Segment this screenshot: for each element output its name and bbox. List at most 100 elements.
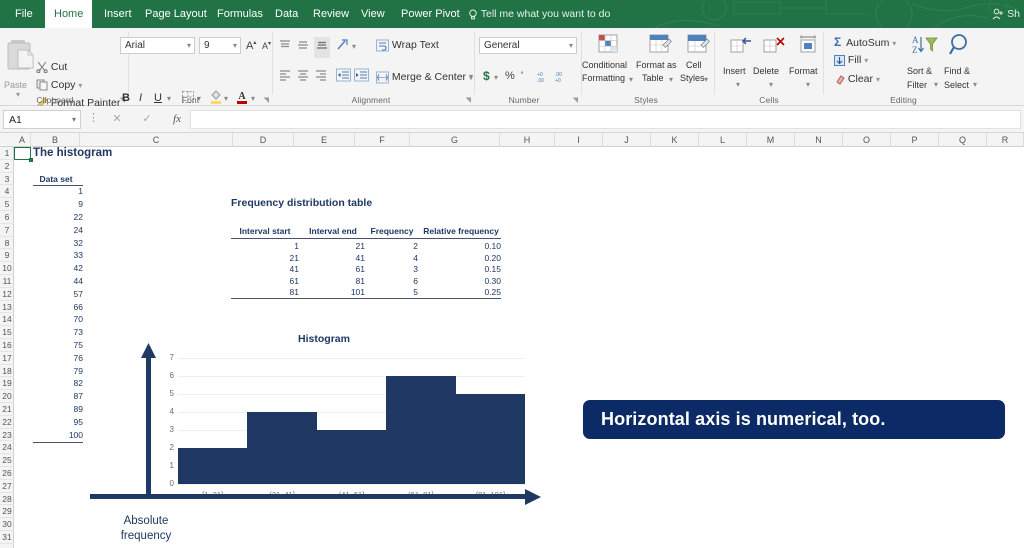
row-header-23[interactable]: 23 [0, 429, 14, 442]
comma-button[interactable]: ' [521, 70, 523, 82]
find-select-button[interactable] [948, 33, 974, 62]
row-header-24[interactable]: 24 [0, 441, 14, 455]
row-header-12[interactable]: 12 [0, 288, 14, 301]
column-header-B[interactable]: B [31, 133, 80, 147]
wrap-text-button[interactable]: Wrap Text [376, 39, 439, 52]
align-right-button[interactable] [314, 68, 328, 87]
autosum-caret[interactable]: ▾ [892, 39, 896, 48]
row-header-6[interactable]: 6 [0, 211, 14, 224]
clear-caret[interactable]: ▾ [876, 75, 880, 84]
font-size-input[interactable]: 9 ▾ [199, 37, 241, 54]
fill-button[interactable]: Fill ▾ [834, 54, 868, 66]
orientation-caret[interactable]: ▾ [352, 42, 356, 51]
row-header-5[interactable]: 5 [0, 198, 14, 211]
insert-cells-button[interactable] [729, 34, 753, 61]
find-select-caret[interactable]: ▾ [973, 80, 977, 89]
histogram-bar[interactable] [247, 412, 317, 484]
delete-cells-button[interactable] [762, 34, 786, 61]
decrease-indent-button[interactable] [336, 68, 351, 87]
currency-caret[interactable]: ▾ [494, 73, 498, 82]
format-cells-button[interactable] [799, 34, 823, 61]
column-header-N[interactable]: N [795, 133, 843, 147]
format-as-table-caret[interactable]: ▾ [669, 75, 673, 84]
histogram-chart[interactable]: Histogram 01234567 [1, 21](21, 41](41, 6… [90, 333, 541, 505]
row-header-14[interactable]: 14 [0, 313, 14, 327]
format-as-table-button[interactable] [648, 34, 672, 61]
increase-decimal-button[interactable]: +0 .00 [536, 70, 551, 88]
column-header-G[interactable]: G [410, 133, 500, 147]
row-header-10[interactable]: 10 [0, 262, 14, 275]
sort-filter-button[interactable]: A Z [912, 34, 938, 61]
grow-font-button[interactable]: A▴ [246, 39, 256, 52]
align-top-button[interactable] [278, 38, 292, 57]
format-cells-caret[interactable]: ▾ [806, 80, 810, 89]
insert-cells-caret[interactable]: ▾ [736, 80, 740, 89]
enter-formula-button[interactable]: ✓ [135, 110, 159, 129]
ribbon-tab-view[interactable]: View [352, 0, 394, 28]
font-family-input[interactable]: Arial ▾ [120, 37, 195, 54]
column-header-O[interactable]: O [843, 133, 891, 147]
row-header-17[interactable]: 17 [0, 352, 14, 365]
column-header-J[interactable]: J [603, 133, 651, 147]
column-header-E[interactable]: E [294, 133, 355, 147]
shrink-font-button[interactable]: A▾ [262, 40, 271, 51]
row-header-16[interactable]: 16 [0, 339, 14, 352]
orientation-button[interactable] [336, 38, 350, 57]
percent-button[interactable]: % [505, 70, 515, 82]
fill-caret[interactable]: ▾ [864, 56, 868, 65]
name-box-caret[interactable]: ▾ [72, 111, 76, 129]
align-middle-button[interactable] [296, 38, 310, 57]
number-format-select[interactable]: General ▾ [479, 37, 577, 54]
font-size-caret[interactable]: ▾ [233, 38, 237, 53]
currency-button[interactable]: $ [483, 69, 490, 83]
cancel-formula-button[interactable]: ✕ [105, 110, 129, 129]
ribbon-tab-file[interactable]: File [6, 0, 42, 28]
column-header-H[interactable]: H [500, 133, 555, 147]
column-header-Q[interactable]: Q [939, 133, 987, 147]
row-header-11[interactable]: 11 [0, 275, 14, 288]
row-header-20[interactable]: 20 [0, 390, 14, 403]
formula-input[interactable] [190, 110, 1021, 129]
column-header-L[interactable]: L [699, 133, 747, 147]
row-header-31[interactable]: 31 [0, 531, 14, 544]
histogram-bar[interactable] [178, 448, 248, 484]
column-header-A[interactable]: A [14, 133, 31, 147]
row-header-25[interactable]: 25 [0, 454, 14, 467]
row-header-18[interactable]: 18 [0, 365, 14, 378]
conditional-formatting-button[interactable] [597, 34, 621, 61]
row-header-22[interactable]: 22 [0, 416, 14, 429]
align-center-button[interactable] [296, 68, 310, 87]
ribbon-tab-data[interactable]: Data [266, 0, 307, 28]
ribbon-tab-formulas[interactable]: Formulas [208, 0, 272, 28]
row-header-2[interactable]: 2 [0, 160, 14, 173]
cut-button[interactable]: Cut [36, 61, 67, 74]
row-header-30[interactable]: 30 [0, 518, 14, 531]
font-dialog-launcher[interactable]: ◥ [264, 96, 269, 104]
row-header-1[interactable]: 1 [0, 147, 14, 160]
decrease-decimal-button[interactable]: .00 +0 [554, 70, 569, 88]
column-header-R[interactable]: R [987, 133, 1024, 147]
sheet-canvas[interactable]: The histogram Data set 1 9 22 24 32 33 42 44 57 6… [14, 147, 1024, 548]
row-header-27[interactable]: 27 [0, 480, 14, 493]
column-header-K[interactable]: K [651, 133, 699, 147]
font-family-caret[interactable]: ▾ [187, 38, 191, 53]
ribbon-tab-home[interactable]: Home [45, 0, 93, 28]
column-header-C[interactable]: C [80, 133, 233, 147]
autosum-button[interactable]: Σ AutoSum ▾ [834, 35, 896, 49]
column-header-I[interactable]: I [555, 133, 603, 147]
name-box[interactable]: A1 ▾ [3, 110, 81, 129]
histogram-bar[interactable] [386, 376, 456, 484]
ribbon-tab-review[interactable]: Review [304, 0, 358, 28]
paste-button[interactable] [6, 36, 36, 81]
row-header-13[interactable]: 13 [0, 301, 14, 314]
row-header-29[interactable]: 29 [0, 505, 14, 519]
tell-me-box[interactable]: Tell me what you want to do [468, 0, 610, 28]
ribbon-tab-insert[interactable]: Insert [95, 0, 141, 28]
ribbon-tab-power-pivot[interactable]: Power Pivot [392, 0, 469, 28]
insert-function-button[interactable]: fx [165, 110, 189, 129]
row-header-15[interactable]: 15 [0, 326, 14, 339]
row-header-9[interactable]: 9 [0, 249, 14, 263]
row-header-28[interactable]: 28 [0, 493, 14, 506]
column-header-P[interactable]: P [891, 133, 939, 147]
align-left-button[interactable] [278, 68, 292, 87]
